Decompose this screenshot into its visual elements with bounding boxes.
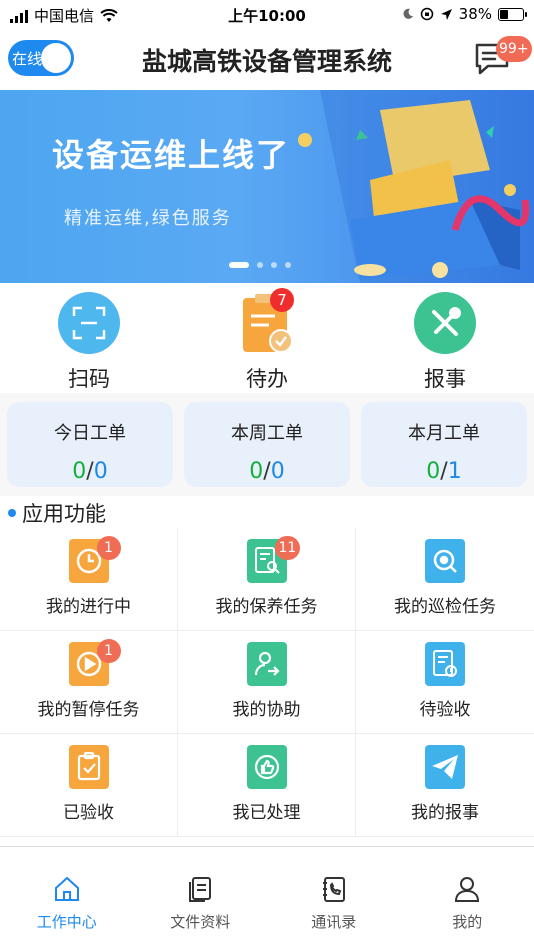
app-label: 我的暂停任务	[37, 700, 140, 720]
app-inspection[interactable]: 我的巡检任务	[356, 528, 534, 631]
work-order-total: 0	[270, 459, 285, 484]
thumbs-up-icon	[246, 745, 287, 789]
work-order-card-week[interactable]: 本周工单 0/0	[184, 402, 350, 487]
app-in-progress[interactable]: 1 我的进行中	[0, 528, 178, 631]
quick-action-report[interactable]: 报事	[356, 283, 534, 393]
files-icon	[189, 877, 212, 902]
app-badge: 11	[274, 536, 301, 560]
section-bullet	[8, 509, 16, 517]
assist-user-icon	[246, 642, 287, 686]
promo-banner[interactable]: 设备运维上线了 精准运维,绿色服务	[0, 90, 534, 283]
app-badge: 1	[96, 536, 121, 560]
app-grid: 1 我的进行中 11 我的保养任务 我的巡检任务 1 我的暂停任务 我的协助 待…	[0, 528, 534, 837]
tab-label: 工作中心	[36, 913, 97, 931]
work-order-card-today[interactable]: 今日工单 0/0	[7, 402, 173, 487]
carousel-dot[interactable]	[271, 262, 277, 268]
tab-label: 文件资料	[170, 913, 231, 931]
location-icon	[440, 8, 452, 20]
user-icon	[455, 877, 480, 902]
tab-work-center[interactable]: 工作中心	[0, 847, 134, 950]
carousel-dot[interactable]	[229, 262, 249, 268]
app-maintenance[interactable]: 11 我的保养任务	[178, 528, 356, 631]
app-my-reports[interactable]: 我的报事	[356, 734, 534, 837]
work-order-title: 本周工单	[231, 423, 303, 444]
message-badge: 99+	[496, 36, 532, 62]
app-label: 我的保养任务	[215, 597, 318, 617]
quick-action-label: 报事	[424, 367, 466, 391]
moon-icon	[403, 8, 413, 19]
quick-actions: 扫码 7 待办 报事	[0, 283, 534, 393]
quick-action-todo[interactable]: 7 待办	[178, 283, 356, 393]
work-order-separator: /	[440, 459, 448, 484]
tab-label: 我的	[452, 913, 483, 931]
quick-action-label: 扫码	[68, 367, 110, 391]
checked-clipboard-icon	[68, 745, 109, 789]
app-label: 待验收	[419, 700, 471, 720]
message-button[interactable]: 99+	[474, 36, 532, 76]
tab-mine[interactable]: 我的	[401, 847, 534, 950]
work-order-total: 0	[93, 459, 108, 484]
bottom-tab-bar: 工作中心 文件资料 通讯录 我的	[0, 846, 534, 950]
app-accepted[interactable]: 已验收	[0, 734, 178, 837]
tools-icon	[414, 292, 476, 354]
banner-subline: 精准运维,绿色服务	[64, 208, 232, 229]
work-order-title: 今日工单	[54, 423, 126, 444]
home-icon	[54, 876, 79, 901]
work-order-done: 0	[426, 459, 441, 484]
section-header: 应用功能	[0, 496, 534, 528]
banner-illustration	[298, 90, 534, 283]
rotation-lock-icon	[420, 7, 433, 21]
tab-files[interactable]: 文件资料	[134, 847, 268, 950]
app-handled[interactable]: 我已处理	[178, 734, 356, 837]
banner-headline: 设备运维上线了	[52, 136, 291, 174]
app-paused[interactable]: 1 我的暂停任务	[0, 631, 178, 734]
work-order-summary: 今日工单 0/0 本周工单 0/0 本月工单 0/1	[0, 393, 534, 496]
work-order-title: 本月工单	[408, 423, 480, 444]
section-title: 应用功能	[22, 502, 106, 526]
app-badge: 1	[96, 639, 121, 663]
app-pending-acceptance[interactable]: 待验收	[356, 631, 534, 734]
battery-percent: 38%	[458, 5, 492, 23]
app-label: 我的进行中	[46, 597, 131, 617]
quick-action-scan[interactable]: 扫码	[0, 283, 178, 393]
quick-action-label: 待办	[246, 367, 288, 391]
tab-contacts[interactable]: 通讯录	[267, 847, 401, 950]
app-label: 已验收	[63, 803, 114, 823]
work-order-separator: /	[86, 459, 94, 484]
work-order-total: 1	[447, 459, 462, 484]
work-order-done: 0	[72, 459, 87, 484]
eye-icon	[425, 539, 465, 583]
app-header: 在线 盐城高铁设备管理系统 99+	[0, 28, 534, 90]
app-label: 我已处理	[232, 803, 301, 823]
carousel-dot[interactable]	[257, 262, 263, 268]
status-bar: 中国电信 上午10:00 38%	[0, 0, 534, 28]
carousel-dots[interactable]	[0, 262, 512, 268]
contacts-icon	[322, 877, 345, 902]
paper-plane-icon	[425, 745, 465, 789]
app-assist[interactable]: 我的协助	[178, 631, 356, 734]
page-title: 盐城高铁设备管理系统	[141, 47, 392, 76]
app-label: 我的巡检任务	[394, 597, 496, 617]
app-label: 我的报事	[411, 803, 479, 823]
work-order-card-month[interactable]: 本月工单 0/1	[361, 402, 527, 487]
todo-badge: 7	[270, 288, 294, 312]
app-label: 我的协助	[232, 700, 301, 720]
work-order-done: 0	[249, 459, 264, 484]
battery-icon	[498, 7, 527, 21]
work-order-separator: /	[263, 459, 271, 484]
carousel-dot[interactable]	[285, 262, 291, 268]
tab-label: 通讯录	[311, 913, 357, 931]
pending-check-doc-icon	[425, 642, 465, 686]
scan-icon	[58, 292, 120, 354]
